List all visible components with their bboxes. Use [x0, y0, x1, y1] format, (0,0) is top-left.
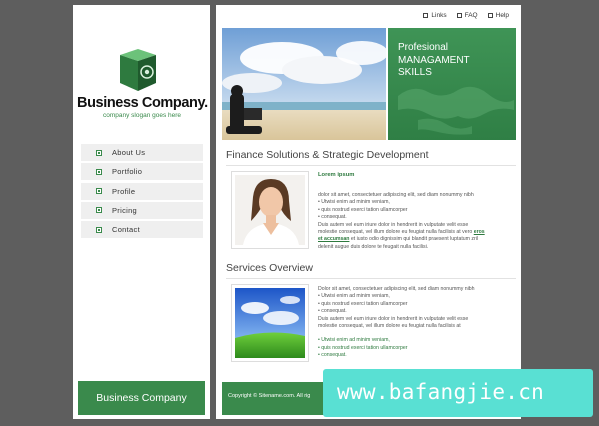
accumsan-link[interactable]: et accumsan [318, 236, 349, 242]
nav-item-pricing[interactable]: Pricing [81, 201, 203, 219]
nav-item-contact[interactable]: Contact [81, 221, 203, 239]
brand-name: Business Company. [77, 95, 208, 111]
text-line: • consequat. [318, 308, 347, 315]
text-line: delenit augue duis dolore te feugait nul… [318, 243, 429, 250]
top-link-label: FAQ [464, 12, 478, 19]
nav-bullet-icon [96, 226, 102, 233]
text-line: molestie consequat, vel illum dolore eu … [318, 229, 513, 236]
text-line: • consequat. [318, 214, 347, 221]
services-text: Dolor sit amet, consectetuer adipiscing … [318, 286, 513, 360]
nav-label: Contact [112, 225, 140, 235]
text-line: dolor sit amet, consectetuer adipiscing … [318, 192, 474, 198]
cube-logo-icon [120, 49, 156, 91]
text-line: • Utwisi enim ad minim veniam, [318, 337, 390, 344]
hero-line: MANAGAMENT [398, 54, 470, 66]
text-span: molestie consequat, vel illum dolore eu … [318, 229, 473, 236]
nav-label: Profile [112, 186, 136, 196]
top-link-label: Help [495, 12, 509, 19]
text-span: et iusto odio dignissim qui blandit prae… [350, 236, 479, 243]
text-line: molestie consequat, vel illum dolore eu … [318, 323, 461, 330]
top-link-faq[interactable]: FAQ [456, 12, 478, 19]
finance-text: dolor sit amet, consectetuer adipiscing … [318, 192, 513, 251]
services-heading: Services Overview [226, 262, 313, 274]
text-line: et accumsan et iusto odio dignissim qui … [318, 236, 513, 243]
top-links: Links FAQ Help [423, 12, 509, 19]
nav-item-profile[interactable]: Profile [81, 182, 203, 200]
landscape-photo [235, 288, 305, 358]
text-line: • Utwisi enim ad minim veniam, [318, 293, 390, 300]
sidebar-nav: About Us Portfolio Profile Pricing Conta… [81, 144, 203, 240]
hero-line: SKILLS [398, 67, 432, 78]
link-bullet-icon [487, 13, 493, 18]
landscape-frame [231, 284, 309, 362]
nav-label: About Us [112, 148, 146, 157]
sidebar: Business Company. company slogan goes he… [73, 5, 210, 419]
nav-label: Pricing [112, 205, 138, 215]
nav-item-about-us[interactable]: About Us [81, 144, 203, 161]
watermark-banner: www.bafangjie.cn [323, 369, 593, 417]
portrait-photo [235, 175, 305, 245]
hero-beach-photo [222, 28, 386, 140]
divider [226, 165, 516, 166]
watermark-text: www.bafangjie.cn [337, 380, 545, 404]
hero-text: Profesional MANAGAMENT SKILLS [398, 42, 470, 80]
main-content: Links FAQ Help Profesional MANAGAMENT SK… [216, 5, 521, 419]
divider [226, 278, 516, 279]
nav-bullet-icon [96, 207, 102, 214]
top-link-links[interactable]: Links [423, 12, 447, 19]
nav-label: Portfolio [112, 167, 143, 177]
text-line: • quis nostrud exerci tation ullamcorper [318, 206, 408, 213]
link-bullet-icon [456, 13, 462, 18]
top-link-label: Links [431, 12, 447, 19]
brand-slogan: company slogan goes here [102, 112, 182, 119]
nav-bullet-icon [96, 168, 102, 175]
sidebar-footer-banner: Business Company [78, 381, 205, 415]
hero-banner: Profesional MANAGAMENT SKILLS [388, 28, 516, 140]
nav-bullet-icon [96, 149, 102, 156]
text-line: • Utwisi enim ad minim veniam, [318, 199, 390, 206]
text-line: Duis autem vel eum iriure dolor in hendr… [318, 221, 469, 228]
lorem-title: Lorem ipsum [318, 172, 355, 178]
portrait-frame [231, 171, 309, 249]
text-line: • consequat. [318, 352, 347, 359]
top-link-help[interactable]: Help [487, 12, 509, 19]
eros-link[interactable]: eros [474, 229, 485, 235]
text-line: • quis nostrud exerci tation ullamcorper [318, 344, 408, 351]
nav-item-portfolio[interactable]: Portfolio [81, 163, 203, 181]
footer-copyright: Copyright © Sitename.com. All rig [228, 393, 311, 399]
finance-heading: Finance Solutions & Strategic Developmen… [226, 149, 429, 161]
link-bullet-icon [423, 13, 429, 18]
text-line: Duis autem vel eum iriure dolor in hendr… [318, 315, 469, 322]
world-map-icon [398, 86, 514, 135]
text-line: • quis nostrud exerci tation ullamcorper [318, 300, 408, 307]
nav-bullet-icon [96, 188, 102, 195]
text-line: Dolor sit amet, consectetuer adipiscing … [318, 286, 475, 292]
hero-line: Profesional [398, 42, 449, 53]
